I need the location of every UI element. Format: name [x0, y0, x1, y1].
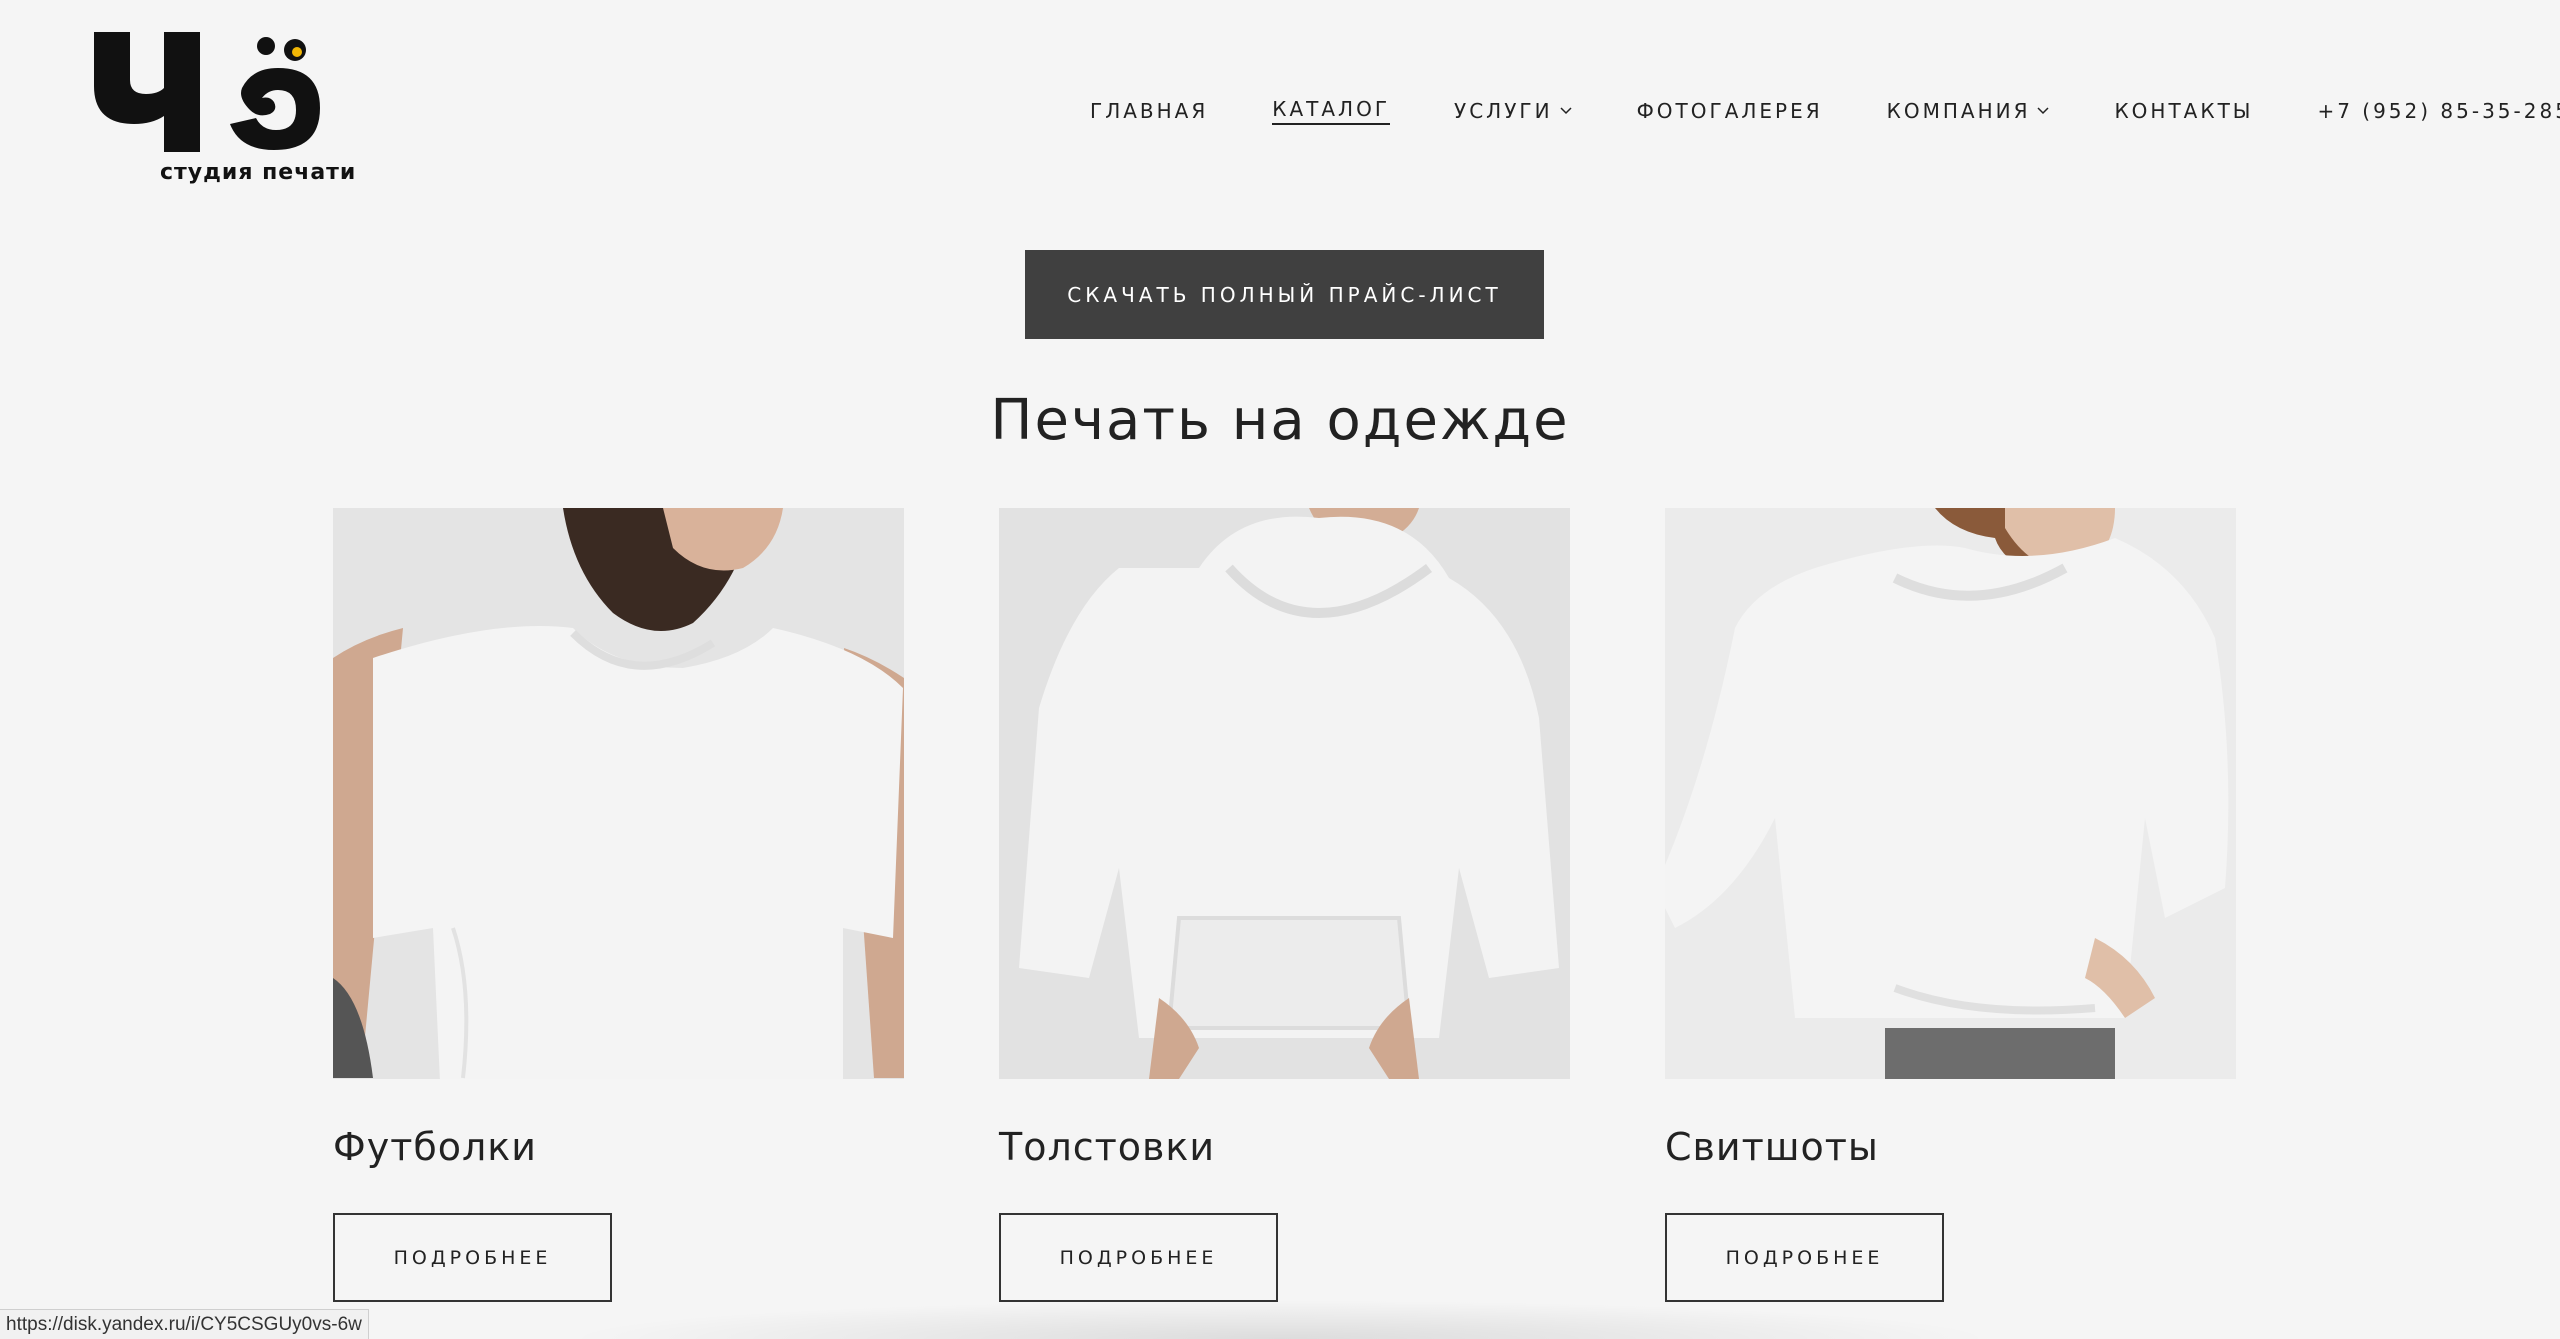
product-card-hoodies: Толстовки ПОДРОБНЕЕ: [999, 508, 1570, 1302]
logo-mark: [94, 32, 320, 152]
product-image-sweatshirt[interactable]: [1665, 508, 2236, 1079]
nav-item-services[interactable]: УСЛУГИ: [1454, 99, 1573, 123]
nav-item-gallery[interactable]: ФОТОГАЛЕРЕЯ: [1637, 99, 1823, 123]
main-nav: ГЛАВНАЯ КАТАЛОГ УСЛУГИ ФОТОГАЛЕРЕЯ КОМПА…: [1090, 96, 2560, 126]
nav-label: ГЛАВНАЯ: [1090, 99, 1209, 123]
nav-phone-link[interactable]: +7 (952) 85-35-285: [2317, 99, 2560, 123]
section-title: Печать на одежде: [990, 388, 1570, 453]
product-name: Футболки: [333, 1125, 537, 1169]
nav-item-company[interactable]: КОМПАНИЯ: [1887, 99, 2051, 123]
details-button[interactable]: ПОДРОБНЕЕ: [333, 1213, 612, 1302]
nav-label: КОМПАНИЯ: [1886, 99, 2031, 123]
details-button[interactable]: ПОДРОБНЕЕ: [1665, 1213, 1944, 1302]
product-name: Толстовки: [999, 1125, 1216, 1169]
nav-item-contacts[interactable]: КОНТАКТЫ: [2114, 99, 2253, 123]
product-card-tshirts: Футболки ПОДРОБНЕЕ: [333, 508, 904, 1302]
product-image-hoodie[interactable]: [999, 508, 1570, 1079]
nav-item-catalog[interactable]: КАТАЛОГ: [1272, 97, 1391, 125]
download-pricelist-button[interactable]: СКАЧАТЬ ПОЛНЫЙ ПРАЙС-ЛИСТ: [1025, 250, 1544, 339]
nav-label: КАТАЛОГ: [1272, 97, 1391, 125]
chevron-down-icon: [2037, 107, 2050, 115]
nav-item-home[interactable]: ГЛАВНАЯ: [1090, 99, 1208, 123]
product-card-sweatshirts: Свитшоты ПОДРОБНЕЕ: [1665, 508, 2236, 1302]
chevron-down-icon: [1560, 107, 1572, 115]
nav-label: УСЛУГИ: [1454, 99, 1553, 123]
nav-label: КОНТАКТЫ: [2114, 99, 2254, 123]
logo[interactable]: студия печати: [92, 28, 355, 193]
product-image-tshirt[interactable]: [333, 508, 904, 1079]
status-bar-url: https://disk.yandex.ru/i/CY5CSGUy0vs-6w: [0, 1309, 369, 1339]
page-bottom-shadow: [560, 1300, 2000, 1339]
logo-caption: студия печати: [160, 160, 357, 185]
phone-number: +7 (952) 85-35-285: [2317, 99, 2560, 123]
nav-label: ФОТОГАЛЕРЕЯ: [1636, 99, 1823, 123]
details-button[interactable]: ПОДРОБНЕЕ: [999, 1213, 1278, 1302]
product-name: Свитшоты: [1665, 1125, 1879, 1169]
